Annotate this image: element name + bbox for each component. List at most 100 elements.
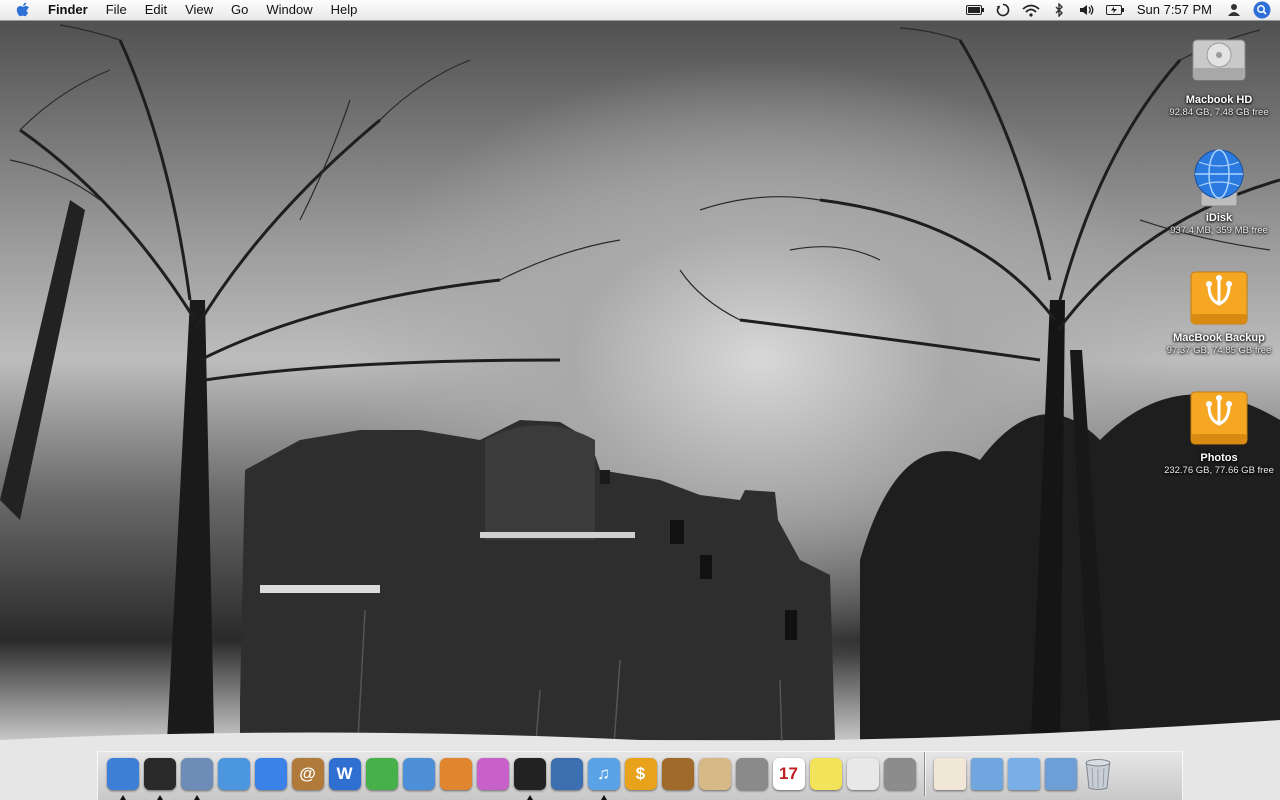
dashboard-icon [143,758,176,790]
dock-stacks [931,756,1079,792]
menu-clock[interactable]: Sun 7:57 PM [1129,0,1220,20]
desktop-icon-info: 937.4 MB, 359 MB free [1170,225,1268,236]
dock-item-keynote[interactable] [661,756,695,792]
dock-item-textedit[interactable] [846,756,880,792]
idisk-globe-icon [1187,146,1251,210]
feather-icon [402,758,435,790]
finder-icon [106,758,139,790]
spotlight-search-icon[interactable] [1252,0,1272,20]
applications-folder-icon [970,758,1003,790]
safari-compass-icon [217,758,250,790]
vpn-green-icon [365,758,398,790]
dock-item-ical[interactable]: 17 [772,756,806,792]
butterfly-icon [476,758,509,790]
keynote-icon [661,758,694,790]
desktop-icon-macbook-backup[interactable]: MacBook Backup 97.37 GB, 74.85 GB free [1159,266,1279,356]
menu-go[interactable]: Go [222,0,257,20]
desktop-icon-macbook-hd[interactable]: Macbook HD 92.84 GB, 7.48 GB free [1159,28,1279,118]
trash-icon [1082,757,1114,791]
firewire-drive-icon [1187,266,1251,330]
menu-extras: Sun 7:57 PM [961,0,1280,20]
aperture-lens-icon [513,758,546,790]
dock-separator [924,752,925,796]
menu-help[interactable]: Help [322,0,367,20]
calculator-icon [883,758,916,790]
dock-apps: @ W ♫ $17 [104,756,918,800]
dock-item-dvd-player[interactable] [735,756,769,792]
menu-edit[interactable]: Edit [136,0,176,20]
dock-item-feather[interactable] [402,756,436,792]
menu-window[interactable]: Window [257,0,321,20]
photo-booth-icon [550,758,583,790]
running-indicator [156,795,163,800]
desktop-icon-info: 97.37 GB, 74.85 GB free [1166,345,1272,356]
volume-icon[interactable] [1076,0,1098,20]
user-icon[interactable] [1223,0,1245,20]
dock-item-photo-booth[interactable] [550,756,584,792]
ichat-icon [254,758,287,790]
dvd-player-icon [735,758,768,790]
iphoto-brush-icon [439,758,472,790]
dock-item-safari-compass[interactable] [217,756,251,792]
mail-stamp-icon [180,758,213,790]
running-indicator [600,795,607,800]
dock-item-iphoto-brush[interactable] [439,756,473,792]
address-book-icon: @ [291,758,324,790]
desktop-wallpaper [0,0,1280,800]
desktop-icon-idisk[interactable]: iDisk 937.4 MB, 359 MB free [1159,146,1279,236]
wifi-icon[interactable] [1020,0,1042,20]
dock-item-finder[interactable] [106,756,140,800]
dock-item-vpn-green[interactable] [365,756,399,792]
textedit-icon [846,758,879,790]
menu-bar: Finder File Edit View Go Window Help Sun… [0,0,1280,21]
dock-item-mail-stamp[interactable] [180,756,214,800]
apple-logo-icon[interactable] [14,1,32,19]
dock-item-aperture-lens[interactable] [513,756,547,800]
running-indicator [119,795,126,800]
hard-drive-icon [1187,28,1251,92]
home-folder-icon [933,758,966,790]
dock-item-address-book[interactable]: @ [291,756,325,792]
dock-item-word[interactable]: W [328,756,362,792]
desktop-icon-info: 232.76 GB, 77.66 GB free [1164,465,1274,476]
battery-icon[interactable] [964,0,986,20]
dock-item-dashboard[interactable] [143,756,177,800]
word-icon: W [328,758,361,790]
dock-item-calculator[interactable] [883,756,917,792]
desktop-icon-label: Macbook HD [1185,94,1253,106]
dock-items: @ W ♫ $17 [98,752,1182,800]
running-indicator [193,795,200,800]
ical-icon: 17 [772,758,805,790]
stickies-icon [809,758,842,790]
dock-item-ichat[interactable] [254,756,288,792]
dock-item-packager-box[interactable] [698,756,732,792]
dock-stack-downloads-folder[interactable] [1044,756,1078,792]
desktop-icon-label: iDisk [1205,212,1233,224]
dock-item-itunes[interactable]: ♫ [587,756,621,800]
desktop-icon-info: 92.84 GB, 7.48 GB free [1169,107,1269,118]
dock-stack-applications-folder[interactable] [970,756,1004,792]
battery-charge-icon[interactable] [1104,0,1126,20]
time-machine-sync-icon[interactable] [992,0,1014,20]
wallpaper-castle-trees [0,24,1280,800]
dock-stack-documents-folder[interactable] [1007,756,1041,792]
dollar-app-icon: $ [624,758,657,790]
dock-item-butterfly[interactable] [476,756,510,792]
menu-file[interactable]: File [97,0,136,20]
downloads-folder-icon [1044,758,1077,790]
running-indicator [526,795,533,800]
bluetooth-icon[interactable] [1048,0,1070,20]
documents-folder-icon [1007,758,1040,790]
itunes-icon: ♫ [587,758,620,790]
dock-item-trash[interactable] [1081,756,1115,792]
dock-item-stickies[interactable] [809,756,843,792]
dock-stack-home-folder[interactable] [933,756,967,792]
desktop-icon-label: MacBook Backup [1173,332,1265,344]
desktop-icon-label: Photos [1200,452,1238,464]
menu-view[interactable]: View [176,0,222,20]
menu-app-name[interactable]: Finder [42,0,97,20]
firewire-drive-icon [1187,386,1251,450]
dock-item-dollar-app[interactable]: $ [624,756,658,792]
packager-box-icon [698,758,731,790]
desktop-icon-photos[interactable]: Photos 232.76 GB, 77.66 GB free [1159,386,1279,476]
